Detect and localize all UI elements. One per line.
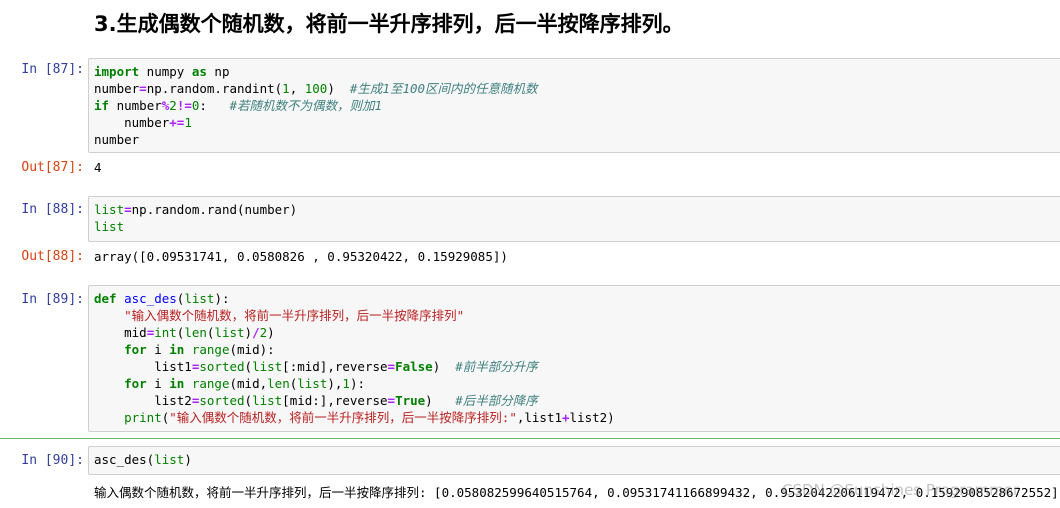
out-prompt-88: Out[88]: bbox=[21, 249, 84, 264]
code-cell-90[interactable]: asc_des(list) bbox=[88, 446, 1060, 475]
output-88: array([0.09531741, 0.0580826 , 0.9532042… bbox=[94, 249, 508, 264]
out-prompt-87: Out[87]: bbox=[21, 160, 84, 175]
code-cell-87[interactable]: import numpy as np number=np.random.rand… bbox=[88, 58, 1060, 153]
print-string: "输入偶数个随机数，将前一半升序排列，后一半按降序排列:" bbox=[169, 410, 517, 425]
docstring: "输入偶数个随机数，将前一半升序排列，后一半按降序排列" bbox=[124, 308, 465, 323]
watermark: CSDN @Sunshines Programmer bbox=[782, 481, 1020, 499]
in-prompt-90: In [90]: bbox=[21, 453, 84, 468]
in-prompt-89: In [89]: bbox=[21, 292, 84, 307]
in-prompt-87: In [87]: bbox=[21, 62, 84, 77]
output-87: 4 bbox=[94, 160, 102, 175]
selected-cell-divider bbox=[0, 438, 1060, 439]
section-heading: 3.生成偶数个随机数，将前一半升序排列，后一半按降序排列。 bbox=[94, 12, 684, 36]
code-comment: #生成1至100区间内的任意随机数 bbox=[349, 81, 538, 96]
code-comment: #前半部分升序 bbox=[455, 359, 538, 374]
code-comment: #后半部分降序 bbox=[455, 393, 538, 408]
in-prompt-88: In [88]: bbox=[21, 202, 84, 217]
code-cell-89[interactable]: def asc_des(list): "输入偶数个随机数，将前一半升序排列，后一… bbox=[88, 285, 1060, 432]
code-comment: #若随机数不为偶数，则加1 bbox=[229, 98, 383, 113]
code-cell-88[interactable]: list=np.random.rand(number) list bbox=[88, 196, 1060, 242]
